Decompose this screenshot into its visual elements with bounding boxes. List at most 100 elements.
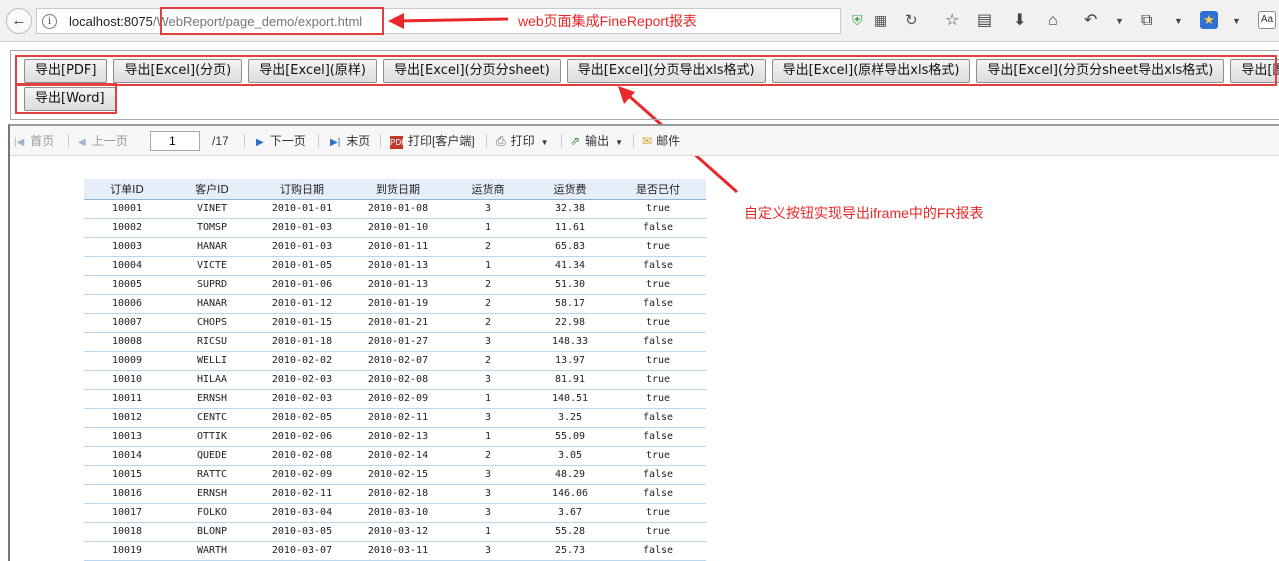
table-cell: 2 [446, 237, 530, 257]
table-cell: false [610, 294, 706, 314]
undo-icon[interactable]: ↶ [1084, 11, 1097, 31]
table-cell: true [610, 389, 706, 409]
table-cell: 1 [446, 218, 530, 238]
table-cell: 2010-02-08 [254, 446, 350, 466]
table-header-row: 订单ID 客户ID 订购日期 到货日期 运货商 运货费 是否已付 [84, 179, 706, 200]
table-cell: 1 [446, 522, 530, 542]
table-cell: 2010-02-05 [254, 408, 350, 428]
table-cell: WELLI [170, 351, 254, 371]
table-cell: 2 [446, 351, 530, 371]
toolbar-divider [561, 134, 562, 148]
page-number-input[interactable] [150, 131, 200, 151]
table-row: 10003 HANAR 2010-01-03 2010-01-11 2 65.83 true [84, 237, 706, 257]
print-button[interactable]: ⎙ 打印 ▼ [496, 134, 549, 150]
table-cell: false [610, 541, 706, 561]
print-client-icon: PDF [390, 136, 406, 149]
table-cell: false [610, 465, 706, 485]
reload-icon[interactable]: ↻ [905, 11, 918, 29]
table-cell: true [610, 370, 706, 390]
next-page-button[interactable]: ▶ 下一页 [256, 134, 306, 150]
table-cell: HILAA [170, 370, 254, 390]
table-cell: 2010-01-01 [254, 199, 350, 219]
table-cell: 1 [446, 427, 530, 447]
table-cell: 65.83 [530, 237, 610, 257]
table-cell: OTTIK [170, 427, 254, 447]
table-cell: 3.25 [530, 408, 610, 428]
output-button[interactable]: ⇗ 输出 ▼ [570, 134, 623, 150]
table-cell: 3 [446, 541, 530, 561]
address-bar[interactable]: i localhost:8075/WebReport/page_demo/exp… [36, 8, 918, 34]
qr-code-icon[interactable]: ▦ [874, 12, 887, 29]
table-cell: false [610, 427, 706, 447]
table-cell: true [610, 503, 706, 523]
star-icon[interactable]: ☆ [945, 11, 959, 31]
back-arrow-icon[interactable]: ← [6, 8, 32, 34]
download-icon[interactable]: ⬇ [1013, 11, 1026, 31]
crop-icon[interactable]: ⧉ [1141, 11, 1152, 31]
mail-label: 邮件 [656, 134, 681, 148]
print-client-button[interactable]: PDF 打印[客户端] [390, 134, 475, 149]
table-cell: 2010-01-18 [254, 332, 350, 352]
last-page-label: 末页 [346, 134, 371, 148]
table-cell: 10003 [84, 237, 170, 257]
table-cell: 58.17 [530, 294, 610, 314]
url-host: localhost:8075 [69, 14, 153, 29]
font-size-icon[interactable]: Aa [1258, 11, 1276, 29]
table-row: 10012 CENTC 2010-02-05 2010-02-11 3 3.25 false [84, 408, 706, 428]
first-page-button[interactable]: |◀ 首页 [14, 134, 54, 150]
table-cell: 2010-03-10 [350, 503, 446, 523]
table-cell: 2010-02-08 [350, 370, 446, 390]
info-icon[interactable]: i [42, 14, 57, 29]
home-icon[interactable]: ⌂ [1048, 11, 1058, 31]
shield-icon[interactable]: ⛨ [852, 12, 863, 29]
chevron-down-icon[interactable]: ▼ [1174, 11, 1183, 31]
table-cell: 2010-02-09 [350, 389, 446, 409]
table-cell: 10010 [84, 370, 170, 390]
mail-button[interactable]: ✉ 邮件 [642, 134, 680, 148]
table-cell: VICTE [170, 256, 254, 276]
table-cell: SUPRD [170, 275, 254, 295]
table-cell: true [610, 237, 706, 257]
table-cell: RATTC [170, 465, 254, 485]
table-cell: 25.73 [530, 541, 610, 561]
last-page-button[interactable]: ▶| 末页 [330, 134, 370, 150]
table-cell: false [610, 484, 706, 504]
table-row: 10001 VINET 2010-01-01 2010-01-08 3 32.38 true [84, 199, 706, 219]
column-header: 订单ID [84, 179, 170, 200]
table-cell: 2 [446, 294, 530, 314]
table-cell: 3 [446, 484, 530, 504]
table-cell: 48.29 [530, 465, 610, 485]
table-cell: 2 [446, 313, 530, 333]
prev-page-button[interactable]: ◀ 上一页 [78, 134, 128, 150]
table-cell: true [610, 522, 706, 542]
table-cell: true [610, 313, 706, 333]
table-cell: 3 [446, 465, 530, 485]
chevron-down-icon[interactable]: ▼ [1115, 11, 1124, 31]
table-cell: 2010-02-18 [350, 484, 446, 504]
extension-icon[interactable]: ★ [1200, 11, 1218, 29]
report-table: 订单ID 客户ID 订购日期 到货日期 运货商 运货费 是否已付 10001 VI… [84, 179, 706, 561]
reading-list-icon[interactable]: ▤ [977, 11, 992, 31]
table-cell: 51.30 [530, 275, 610, 295]
table-row: 10004 VICTE 2010-01-05 2010-01-13 1 41.34 fals… [84, 256, 706, 276]
table-cell: 32.38 [530, 199, 610, 219]
chevron-down-icon[interactable]: ▼ [1232, 11, 1241, 31]
table-row: 10007 CHOPS 2010-01-15 2010-01-21 2 22.98 true [84, 313, 706, 333]
table-cell: 3.67 [530, 503, 610, 523]
column-header: 运货费 [530, 179, 610, 200]
table-cell: 3.05 [530, 446, 610, 466]
table-cell: 3 [446, 370, 530, 390]
table-cell: QUEDE [170, 446, 254, 466]
last-page-icon: ▶| [330, 137, 341, 148]
table-cell: TOMSP [170, 218, 254, 238]
report-table-body: 10001 VINET 2010-01-01 2010-01-08 3 32.38 true… [84, 199, 706, 561]
table-row: 10017 FOLKO 2010-03-04 2010-03-10 3 3.67 true [84, 503, 706, 523]
table-cell: 10011 [84, 389, 170, 409]
page-total: /17 [212, 134, 229, 148]
table-cell: ERNSH [170, 484, 254, 504]
table-cell: 2010-02-03 [254, 370, 350, 390]
buttons-highlight-box [15, 55, 1277, 86]
table-cell: 148.33 [530, 332, 610, 352]
table-cell: CHOPS [170, 313, 254, 333]
table-cell: 2010-01-13 [350, 275, 446, 295]
